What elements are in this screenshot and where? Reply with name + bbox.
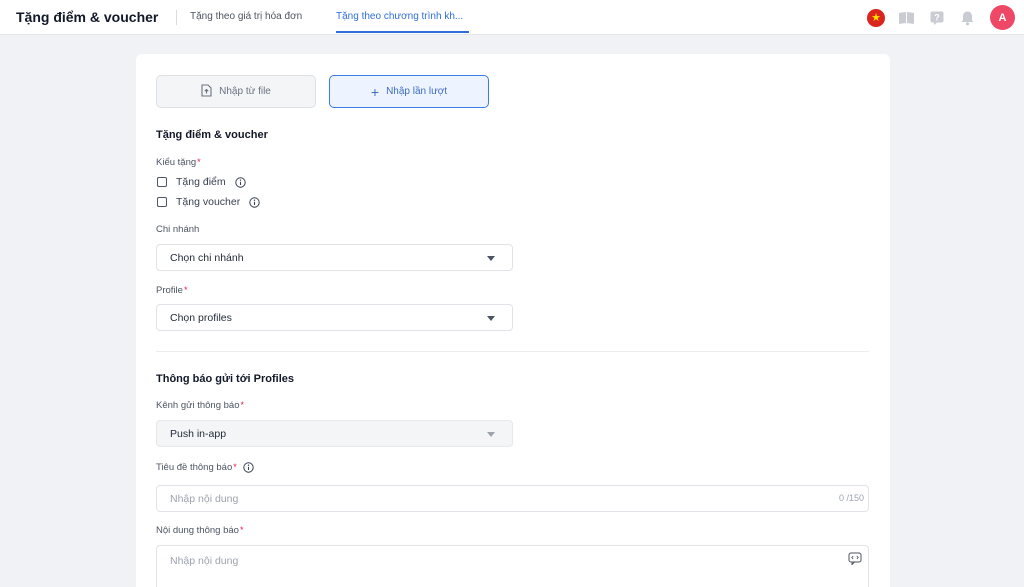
gift-type-label: Kiểu tặng* xyxy=(156,157,201,168)
gift-points-checkbox[interactable] xyxy=(157,177,167,187)
gift-points-option[interactable]: Tặng điểm xyxy=(157,176,246,188)
content-label: Nội dung thông báo* xyxy=(156,525,244,536)
chevron-down-icon xyxy=(487,256,495,261)
gift-voucher-label: Tặng voucher xyxy=(176,196,241,208)
section-divider xyxy=(156,351,869,352)
bell-icon[interactable] xyxy=(958,9,976,27)
help-icon[interactable]: ? xyxy=(928,9,946,27)
active-tab-indicator xyxy=(336,31,469,33)
branch-select[interactable]: Chọn chi nhánh xyxy=(156,244,513,271)
page-title: Tặng điểm & voucher xyxy=(16,9,159,25)
info-icon[interactable] xyxy=(249,196,260,208)
subject-label: Tiêu đề thông báo* xyxy=(156,462,254,473)
svg-text:?: ? xyxy=(934,13,940,23)
gift-voucher-option[interactable]: Tặng voucher xyxy=(157,196,260,208)
manual-entry-button[interactable]: + Nhập lần lượt xyxy=(329,75,489,108)
profile-select-value: Chọn profiles xyxy=(170,311,232,324)
book-icon[interactable] xyxy=(897,9,915,27)
subject-input[interactable] xyxy=(156,485,869,512)
channel-select[interactable]: Push in-app xyxy=(156,420,513,447)
import-from-file-button[interactable]: Nhập từ file xyxy=(156,75,316,108)
info-icon[interactable] xyxy=(234,176,246,188)
title-divider xyxy=(176,10,177,25)
branch-select-value: Chọn chi nhánh xyxy=(170,251,244,264)
vietnam-flag-icon[interactable]: ★ xyxy=(867,9,885,27)
branch-label: Chi nhánh xyxy=(156,224,200,235)
subject-char-counter: 0 /150 xyxy=(838,493,864,503)
top-bar: Tặng điểm & voucher Tặng theo giá trị hó… xyxy=(0,0,1024,35)
code-snippet-icon[interactable] xyxy=(848,552,862,570)
import-from-file-label: Nhập từ file xyxy=(219,86,271,97)
info-icon[interactable] xyxy=(243,462,254,473)
notification-section-title: Thông báo gửi tới Profiles xyxy=(156,373,295,385)
profile-select[interactable]: Chọn profiles xyxy=(156,304,513,331)
file-upload-icon xyxy=(201,83,212,100)
content-textarea[interactable] xyxy=(156,545,869,587)
manual-entry-label: Nhập lần lượt xyxy=(386,86,448,97)
user-avatar[interactable]: A xyxy=(990,5,1015,30)
profile-label: Profile* xyxy=(156,285,188,296)
channel-select-value: Push in-app xyxy=(170,427,227,440)
channel-label: Kênh gửi thông báo* xyxy=(156,400,244,411)
tab-customer-program[interactable]: Tặng theo chương trình kh... xyxy=(336,11,463,22)
plus-icon: + xyxy=(370,83,380,100)
gift-section-title: Tặng điểm & voucher xyxy=(156,129,268,141)
gift-points-label: Tặng điểm xyxy=(176,176,226,188)
tab-invoice-value[interactable]: Tặng theo giá trị hóa đơn xyxy=(190,11,302,22)
chevron-down-icon xyxy=(487,432,495,437)
gift-voucher-checkbox[interactable] xyxy=(157,197,167,207)
chevron-down-icon xyxy=(487,316,495,321)
